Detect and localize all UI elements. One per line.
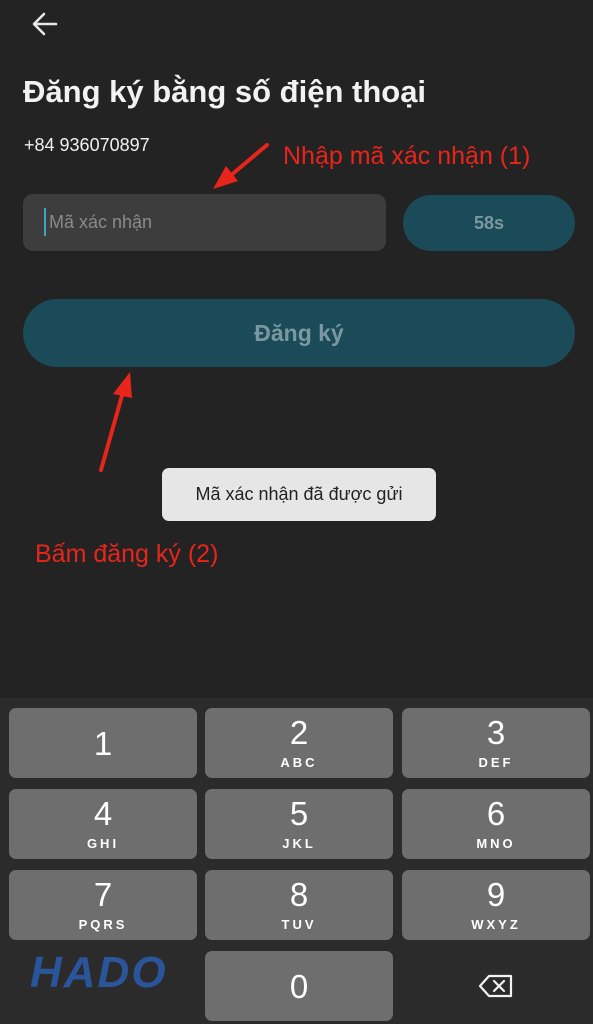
key-8[interactable]: 8 TUV bbox=[205, 870, 393, 940]
annotation-arrow-1 bbox=[228, 143, 269, 178]
annotation-arrowhead-1 bbox=[213, 166, 238, 189]
backspace-icon bbox=[478, 974, 513, 998]
key-letters: GHI bbox=[86, 836, 120, 851]
back-arrow-icon bbox=[32, 12, 58, 36]
registration-screen: Đăng ký bằng số điện thoại +84 936070897… bbox=[0, 0, 593, 698]
key-0[interactable]: 0 bbox=[205, 951, 393, 1021]
text-caret bbox=[44, 208, 46, 236]
key-6[interactable]: 6 MNO bbox=[402, 789, 590, 859]
key-letters: DEF bbox=[478, 755, 514, 770]
key-digit: 9 bbox=[486, 876, 506, 913]
key-letters: PQRS bbox=[78, 917, 128, 932]
key-7[interactable]: 7 PQRS bbox=[9, 870, 197, 940]
key-1[interactable]: 1 bbox=[9, 708, 197, 778]
key-letters: ABC bbox=[280, 755, 318, 770]
page-title: Đăng ký bằng số điện thoại bbox=[23, 74, 427, 109]
back-button[interactable] bbox=[28, 8, 62, 40]
delete-key[interactable] bbox=[402, 951, 590, 1021]
annotation-arrow-2 bbox=[99, 390, 125, 472]
key-digit: 6 bbox=[486, 795, 506, 832]
verification-code-input[interactable] bbox=[23, 194, 386, 251]
key-digit: 8 bbox=[289, 876, 309, 913]
phone-number: +84 936070897 bbox=[24, 135, 150, 155]
key-letters: WXYZ bbox=[471, 917, 521, 932]
key-digit: 4 bbox=[93, 795, 113, 832]
key-digit: 2 bbox=[289, 714, 309, 751]
key-digit: 0 bbox=[289, 967, 309, 1005]
annotation-step-1: Nhập mã xác nhận (1) bbox=[283, 142, 531, 170]
key-letters: MNO bbox=[476, 836, 516, 851]
key-9[interactable]: 9 WXYZ bbox=[402, 870, 590, 940]
register-button[interactable]: Đăng ký bbox=[23, 299, 575, 367]
key-digit: 7 bbox=[93, 876, 113, 913]
key-digit: 1 bbox=[93, 724, 113, 762]
key-5[interactable]: 5 JKL bbox=[205, 789, 393, 859]
key-digit: 5 bbox=[289, 795, 309, 832]
key-digit: 3 bbox=[486, 714, 506, 751]
hado-watermark-logo: HADO bbox=[30, 948, 168, 998]
key-2[interactable]: 2 ABC bbox=[205, 708, 393, 778]
annotation-arrowhead-2 bbox=[113, 372, 132, 398]
logo-text: HADO bbox=[30, 948, 168, 997]
key-4[interactable]: 4 GHI bbox=[9, 789, 197, 859]
annotation-step-2: Bấm đăng ký (2) bbox=[35, 540, 219, 568]
key-3[interactable]: 3 DEF bbox=[402, 708, 590, 778]
key-letters: JKL bbox=[282, 836, 316, 851]
resend-code-button[interactable]: 58s bbox=[403, 195, 575, 251]
toast-message: Mã xác nhận đã được gửi bbox=[162, 468, 436, 521]
key-letters: TUV bbox=[281, 917, 317, 932]
